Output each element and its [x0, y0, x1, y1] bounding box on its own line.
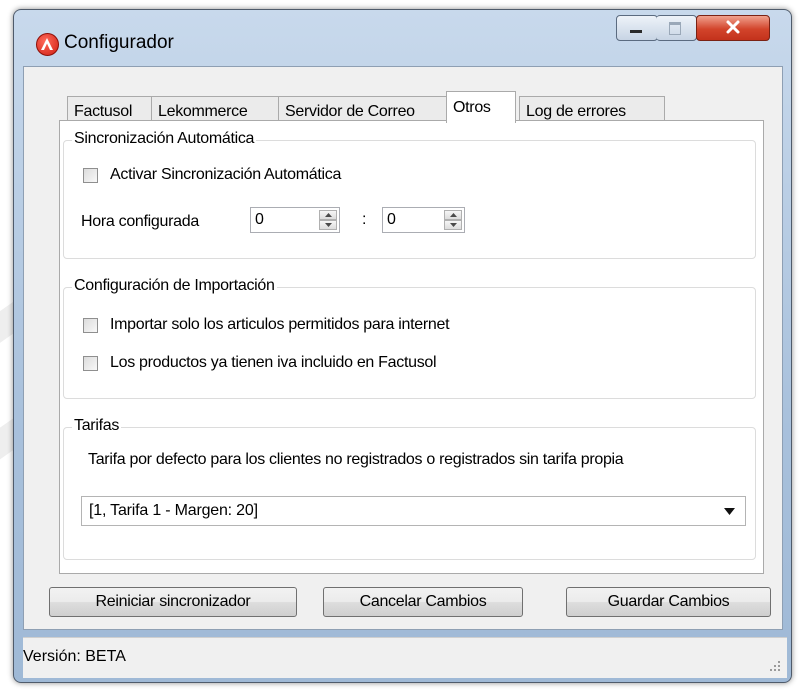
hour-label: Hora configurada — [81, 213, 199, 230]
hour-stepper[interactable]: 0 — [250, 207, 340, 233]
hour-value[interactable]: 0 — [255, 211, 264, 229]
time-separator: : — [362, 211, 367, 228]
chevron-down-icon[interactable] — [724, 508, 735, 515]
maximize-button[interactable] — [656, 15, 697, 41]
iva-included-row: Los productos ya tienen iva incluido en … — [83, 354, 437, 372]
spin-up-icon[interactable] — [444, 210, 462, 220]
restart-sync-button[interactable]: Reiniciar sincronizador — [49, 587, 297, 617]
maximize-icon — [669, 22, 681, 35]
tariffs-description: Tarifa por defecto para los clientes no … — [88, 451, 624, 468]
tab-panel-otros: Sincronización Automática Activar Sincro… — [59, 120, 764, 574]
spin-down-icon[interactable] — [444, 220, 462, 230]
import-group: Configuración de Importación Importar so… — [63, 277, 756, 399]
activate-sync-checkbox[interactable] — [83, 167, 98, 183]
tab-servidor-correo[interactable]: Servidor de Correo — [278, 96, 448, 122]
title-bar[interactable]: Configurador — [14, 10, 791, 65]
resize-grip-icon[interactable] — [769, 660, 781, 672]
iva-included-label[interactable]: Los productos ya tienen iva incluido en … — [110, 354, 437, 372]
tariff-select[interactable]: [1, Tarifa 1 - Margen: 20] — [81, 496, 746, 526]
status-bar: Versión: BETA — [23, 637, 787, 678]
minimize-button[interactable] — [616, 15, 658, 41]
tariff-selected-value[interactable]: [1, Tarifa 1 - Margen: 20] — [89, 502, 258, 520]
window-title: Configurador — [64, 32, 174, 53]
tariffs-group: Tarifas Tarifa por defecto para los clie… — [63, 417, 756, 560]
close-button[interactable] — [696, 15, 770, 41]
close-icon — [724, 18, 742, 40]
only-internet-checkbox[interactable] — [83, 317, 98, 333]
cancel-changes-button[interactable]: Cancelar Cambios — [323, 587, 523, 617]
minute-value[interactable]: 0 — [387, 211, 396, 229]
only-internet-row: Importar solo los articulos permitidos p… — [83, 316, 450, 334]
iva-included-checkbox[interactable] — [83, 355, 98, 371]
minimize-icon — [630, 30, 642, 33]
sync-group: Sincronización Automática Activar Sincro… — [63, 130, 756, 259]
version-text: Versión: BETA — [23, 648, 126, 665]
save-changes-button[interactable]: Guardar Cambios — [566, 587, 771, 617]
minute-stepper[interactable]: 0 — [382, 207, 465, 233]
tab-lekommerce[interactable]: Lekommerce — [151, 96, 279, 122]
import-group-title: Configuración de Importación — [72, 277, 277, 295]
tab-log-errores[interactable]: Log de errores — [519, 96, 665, 122]
tab-otros[interactable]: Otros — [446, 91, 516, 123]
only-internet-label[interactable]: Importar solo los articulos permitidos p… — [110, 316, 450, 334]
tab-factusol[interactable]: Factusol — [67, 96, 152, 122]
sync-group-title: Sincronización Automática — [72, 130, 257, 148]
spin-up-icon[interactable] — [319, 210, 337, 220]
activate-sync-label[interactable]: Activar Sincronización Automática — [110, 166, 341, 184]
activate-sync-row: Activar Sincronización Automática — [83, 166, 341, 184]
tariffs-group-title: Tarifas — [72, 417, 122, 435]
spin-down-icon[interactable] — [319, 220, 337, 230]
app-logo-icon — [36, 33, 59, 56]
